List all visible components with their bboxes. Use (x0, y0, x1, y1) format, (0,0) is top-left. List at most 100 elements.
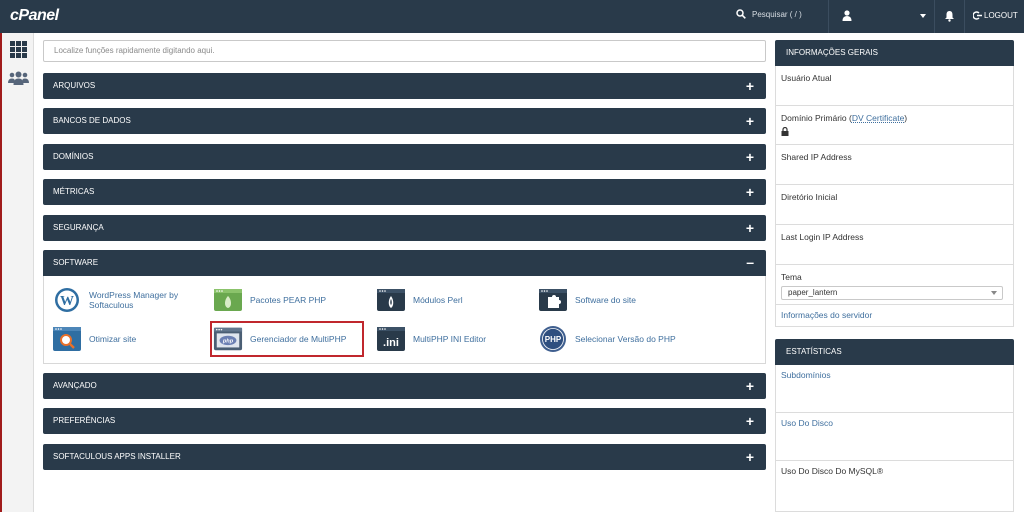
plus-icon[interactable]: + (746, 215, 754, 241)
section-software[interactable]: SOFTWARE – (43, 250, 766, 276)
sidebar-edge (0, 33, 2, 512)
quick-find-input[interactable]: Localize funções rapidamente digitando a… (43, 40, 766, 62)
dv-certificate-link[interactable]: DV Certificate (852, 113, 904, 123)
row-label: Uso Do Disco Do MySQL® (781, 466, 884, 476)
theme-value: paper_lantern (788, 288, 838, 297)
users-icon[interactable] (8, 71, 29, 87)
plus-icon[interactable]: + (746, 108, 754, 134)
disk-usage-link[interactable]: Uso Do Disco (781, 418, 833, 428)
general-info-panel: INFORMAÇÕES GERAIS Usuário Atual Domínio… (775, 40, 1014, 327)
last-login-row: Last Login IP Address (775, 225, 1014, 265)
wordpress-manager-link[interactable]: W WordPress Manager by Softaculous (52, 287, 178, 313)
server-info-link[interactable]: Informações do servidor (781, 310, 872, 320)
plus-icon[interactable]: + (746, 73, 754, 99)
plus-icon[interactable]: + (746, 144, 754, 170)
section-seguranca[interactable]: SEGURANÇA + (43, 215, 766, 241)
plus-icon[interactable]: + (746, 179, 754, 205)
svg-text:.ini: .ini (383, 337, 399, 349)
section-label: DOMÍNIOS (53, 152, 94, 161)
minus-icon[interactable]: – (746, 250, 754, 274)
wordpress-icon: W (52, 287, 82, 313)
row-label: ) (904, 113, 908, 123)
site-software-link[interactable]: Software do site (538, 287, 636, 313)
cpanel-logo[interactable]: cPanel (10, 7, 59, 25)
theme-row: Tema paper_lantern (775, 265, 1014, 305)
item-label: Otimizar site (89, 334, 137, 344)
disk-usage-row: Uso Do Disco (775, 413, 1014, 461)
theme-select[interactable]: paper_lantern (781, 286, 1003, 300)
section-arquivos[interactable]: ARQUIVOS + (43, 73, 766, 99)
row-label: Shared IP Address (781, 152, 852, 162)
shared-ip-row: Shared IP Address (775, 145, 1014, 185)
php-version-link[interactable]: PHP Selecionar Versão do PHP (538, 326, 676, 352)
divider (964, 0, 965, 33)
section-label: ARQUIVOS (53, 81, 96, 90)
section-metricas[interactable]: MÉTRICAS + (43, 179, 766, 205)
chevron-down-icon (991, 291, 997, 295)
multiphp-ini-editor-link[interactable]: .ini MultiPHP INI Editor (376, 326, 486, 352)
section-label: MÉTRICAS (53, 187, 95, 196)
item-label: Módulos Perl (413, 295, 463, 305)
section-label: AVANÇADO (53, 381, 97, 390)
perl-icon (376, 287, 406, 313)
top-bar: cPanel Pesquisar ( / ) LOGOUT (0, 0, 1024, 33)
section-label: SOFTACULOUS APPS INSTALLER (53, 452, 181, 461)
plus-icon[interactable]: + (746, 408, 754, 434)
row-label: Last Login IP Address (781, 232, 864, 242)
bell-icon (945, 11, 954, 22)
logout-icon (973, 11, 982, 20)
section-preferencias[interactable]: PREFERÊNCIAS + (43, 408, 766, 434)
svg-text:PHP: PHP (545, 335, 562, 344)
item-label: Pacotes PEAR PHP (250, 295, 327, 305)
item-label: MultiPHP INI Editor (413, 334, 487, 344)
svg-text:W: W (60, 294, 74, 309)
home-directory-row: Diretório Inicial (775, 185, 1014, 225)
pear-icon (213, 287, 243, 313)
optimize-site-link[interactable]: Otimizar site (52, 326, 136, 352)
mysql-disk-row: Uso Do Disco Do MySQL® (775, 461, 1014, 512)
row-label: Usuário Atual (781, 73, 832, 83)
section-avancado[interactable]: AVANÇADO + (43, 373, 766, 399)
current-user-row: Usuário Atual (775, 66, 1014, 106)
perl-modules-link[interactable]: Módulos Perl (376, 287, 463, 313)
sidebar (0, 33, 34, 512)
optimize-icon (52, 326, 82, 352)
user-icon (842, 10, 852, 21)
section-softaculous[interactable]: SOFTACULOUS APPS INSTALLER + (43, 444, 766, 470)
panel-title: ESTATÍSTICAS (775, 339, 1014, 365)
highlight-frame (210, 321, 364, 357)
section-label: BANCOS DE DADOS (53, 116, 131, 125)
section-dominios[interactable]: DOMÍNIOS + (43, 144, 766, 170)
plus-icon[interactable]: + (746, 373, 754, 399)
plus-icon[interactable]: + (746, 444, 754, 470)
panel-title: INFORMAÇÕES GERAIS (775, 40, 1014, 66)
primary-domain-row: Domínio Primário (DV Certificate) (775, 106, 1014, 145)
user-menu[interactable] (842, 10, 852, 23)
tools-grid-icon[interactable] (10, 41, 27, 58)
logout-button[interactable]: LOGOUT (973, 11, 1018, 20)
stats-panel: ESTATÍSTICAS Subdomínios Uso Do Disco Us… (775, 339, 1014, 512)
pear-packages-link[interactable]: Pacotes PEAR PHP (213, 287, 326, 313)
search-button[interactable]: Pesquisar ( / ) (736, 9, 802, 19)
server-info-row: Informações do servidor (775, 305, 1014, 327)
divider (828, 0, 829, 33)
subdomains-row: Subdomínios (775, 365, 1014, 413)
puzzle-icon (538, 287, 568, 313)
section-label: PREFERÊNCIAS (53, 416, 116, 425)
row-label: Domínio Primário ( (781, 113, 852, 123)
item-label: WordPress Manager by (89, 290, 179, 300)
php-version-icon: PHP (538, 326, 568, 352)
section-label: SOFTWARE (53, 258, 99, 267)
subdomains-link[interactable]: Subdomínios (781, 370, 831, 380)
row-label: Diretório Inicial (781, 192, 838, 202)
notifications-button[interactable] (944, 10, 955, 24)
row-label: Tema (781, 272, 802, 282)
ini-icon: .ini (376, 326, 406, 352)
divider (934, 0, 935, 33)
search-icon (736, 9, 746, 19)
chevron-down-icon[interactable] (920, 14, 926, 18)
section-bancos-de-dados[interactable]: BANCOS DE DADOS + (43, 108, 766, 134)
item-label: Software do site (575, 295, 636, 305)
search-placeholder: Pesquisar ( / ) (752, 9, 802, 19)
item-label: Softaculous (89, 300, 134, 310)
